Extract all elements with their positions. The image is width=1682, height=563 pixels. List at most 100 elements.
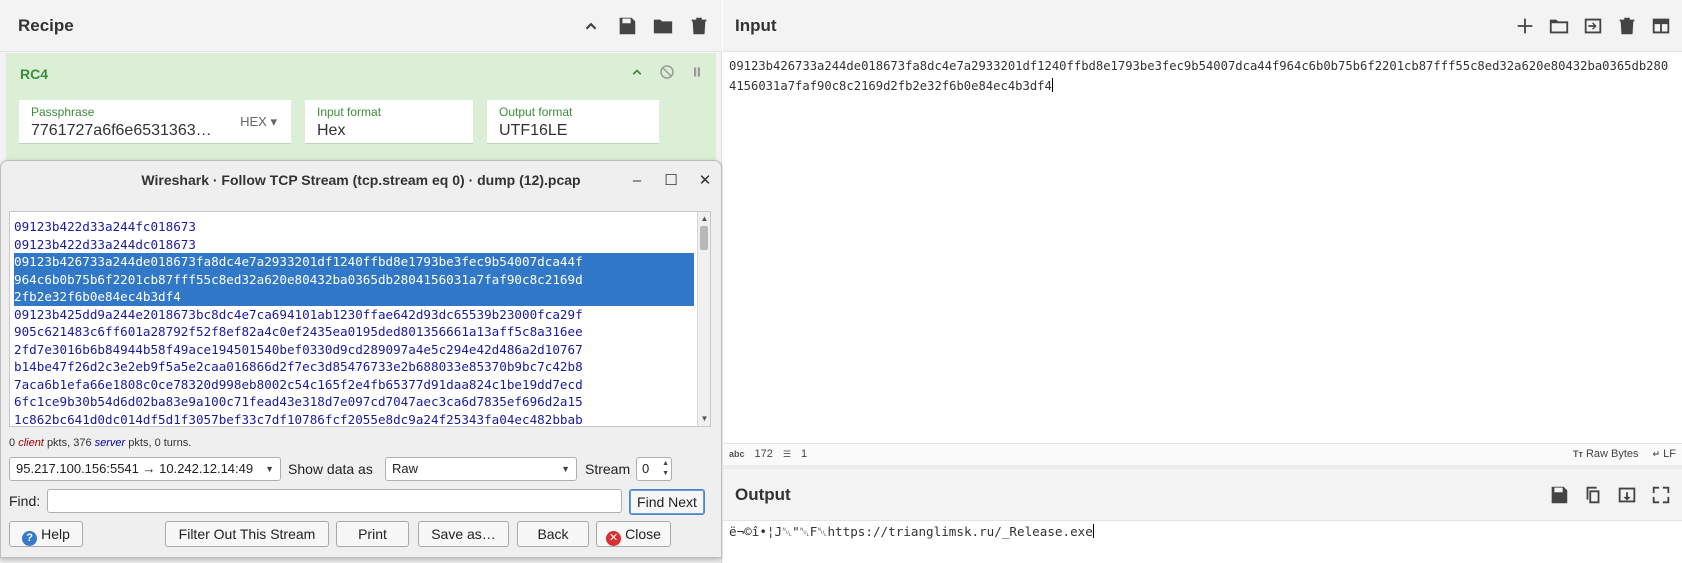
conversation-value: 95.217.100.156:5541 → 10.242.12.14:49 bbox=[16, 461, 254, 476]
show-data-label: Show data as bbox=[288, 461, 373, 477]
status-tail: pkts, 0 turns. bbox=[128, 437, 192, 449]
stream-line: 09123b422d33a244fc018673 bbox=[14, 219, 196, 234]
spin-down-icon[interactable]: ▼ bbox=[662, 469, 669, 479]
input-lines: 1 bbox=[800, 448, 808, 460]
input-title: Input bbox=[735, 15, 777, 35]
stream-line: 6fc1ce9b30b54d6d02ba83e9a100c71fead43e31… bbox=[14, 394, 583, 409]
maximize-icon[interactable] bbox=[1650, 484, 1672, 506]
input-format-value: Hex bbox=[317, 122, 346, 139]
conversation-select[interactable]: 95.217.100.156:5541 → 10.242.12.14:49 ▼ bbox=[9, 457, 281, 481]
layout-icon[interactable] bbox=[1650, 15, 1672, 37]
input-format-field[interactable]: Input format Hex bbox=[305, 100, 473, 144]
stream-number: 0 bbox=[642, 461, 650, 476]
input-textarea[interactable]: 09123b426733a244de018673fa8dc4e7a2933201… bbox=[729, 56, 1674, 96]
stream-line: 09123b426733a244de018673fa8dc4e7a2933201… bbox=[14, 253, 694, 271]
rc4-operation: RC4 Passphrase 7761727a6f6e6531363… HEX … bbox=[6, 53, 716, 167]
open-file-icon[interactable] bbox=[1582, 15, 1604, 37]
show-data-select[interactable]: Raw ▼ bbox=[385, 457, 577, 481]
save-as-button[interactable]: Save as… bbox=[418, 521, 509, 547]
stream-content[interactable]: 09123b422d33a244fc018673 09123b422d33a244… bbox=[9, 211, 711, 427]
spin-up-icon[interactable]: ▲ bbox=[662, 459, 669, 469]
chevron-down-icon: ▼ bbox=[265, 464, 274, 474]
maximize-icon[interactable]: ☐ bbox=[663, 171, 679, 189]
add-tab-icon[interactable] bbox=[1514, 15, 1536, 37]
operation-name: RC4 bbox=[20, 66, 49, 82]
passphrase-type: HEX bbox=[240, 114, 267, 129]
close-circle-icon: ✕ bbox=[606, 531, 622, 546]
help-icon: ? bbox=[22, 531, 38, 546]
output-format-field[interactable]: Output format UTF16LE bbox=[487, 100, 659, 144]
eol-value: LF bbox=[1663, 448, 1676, 460]
trash-icon[interactable] bbox=[688, 15, 710, 37]
recipe-title: Recipe bbox=[18, 15, 74, 35]
cyberchef-app: Recipe RC4 Passphrase 7761727a6f6e653136… bbox=[0, 0, 1682, 563]
stream-line: 7aca6b1efa66e1808c0ce78320d998eb8002c54c… bbox=[14, 376, 583, 392]
input-format-label: Input format bbox=[317, 105, 382, 119]
input-panel: Input 09123b426733a244de018673fa8dc4e7a2… bbox=[723, 0, 1682, 465]
stream-line: 1c862bc641d0dc014df5d1f3057bef33c7df1078… bbox=[14, 411, 583, 427]
dialog-titlebar[interactable]: Wireshark · Follow TCP Stream (tcp.strea… bbox=[1, 161, 721, 199]
output-panel: Output ë¬©î•¦J␀"␀F␀https://trianglimsk.r… bbox=[723, 469, 1682, 563]
encoding-selector[interactable]: Tт Raw Bytes bbox=[1573, 448, 1639, 460]
stream-label: Stream bbox=[585, 461, 631, 477]
open-folder-icon[interactable] bbox=[1548, 15, 1570, 37]
passphrase-value: 7761727a6f6e6531363… bbox=[31, 122, 212, 139]
passphrase-type-select[interactable]: HEX ▾ bbox=[240, 114, 277, 130]
stream-line: 964c6b0b75b6f2201cb87fff55c8ed32a620e804… bbox=[14, 270, 694, 288]
pause-icon[interactable] bbox=[688, 63, 706, 81]
find-label: Find: bbox=[9, 493, 41, 509]
input-header: Input bbox=[723, 0, 1682, 52]
server-word: server bbox=[94, 437, 126, 449]
input-statusbar: abc 172 ☰ 1 Tт Raw Bytes ↵ LF bbox=[723, 443, 1682, 465]
output-title: Output bbox=[735, 484, 791, 504]
passphrase-label: Passphrase bbox=[31, 105, 95, 119]
trash-icon[interactable] bbox=[1616, 15, 1638, 37]
save-icon[interactable] bbox=[1548, 484, 1570, 506]
input-length: 172 bbox=[754, 448, 773, 460]
chevron-down-icon: ▼ bbox=[561, 464, 570, 474]
find-next-button[interactable]: Find Next bbox=[629, 489, 705, 515]
scroll-up-icon[interactable]: ▲ bbox=[698, 213, 710, 225]
stream-line: b14be47f26d2c3e2eb9f5a5e2caa016866d2f7ec… bbox=[14, 359, 583, 374]
stream-number-spinner[interactable]: 0 ▲ ▼ bbox=[636, 457, 672, 481]
dialog-title: Wireshark · Follow TCP Stream (tcp.strea… bbox=[141, 172, 581, 188]
eol-selector[interactable]: ↵ LF bbox=[1653, 448, 1676, 460]
find-input[interactable] bbox=[47, 489, 622, 513]
collapse-icon[interactable] bbox=[628, 63, 646, 81]
stream-line: 09123b425dd9a244e2018673bc8dc4e7ca694101… bbox=[14, 306, 583, 322]
disable-icon[interactable] bbox=[658, 63, 676, 81]
print-button[interactable]: Print bbox=[336, 521, 409, 547]
close-icon[interactable]: ✕ bbox=[697, 171, 713, 189]
client-word: client bbox=[18, 437, 44, 449]
length-icon: abc bbox=[729, 449, 745, 459]
back-button[interactable]: Back bbox=[517, 521, 589, 547]
output-format-label: Output format bbox=[499, 105, 573, 119]
stream-scrollbar[interactable]: ▲ ▼ bbox=[697, 212, 710, 426]
lines-icon: ☰ bbox=[782, 448, 791, 459]
output-value: ë¬©î•¦J␀"␀F␀https://trianglimsk.ru/_Rele… bbox=[729, 524, 1093, 539]
text-caret bbox=[1092, 524, 1094, 538]
server-count: 376 bbox=[73, 437, 92, 449]
minimize-icon[interactable]: – bbox=[629, 172, 645, 189]
text-caret bbox=[1051, 78, 1053, 92]
help-button[interactable]: ? Help bbox=[9, 521, 83, 547]
scroll-down-icon[interactable]: ▼ bbox=[698, 413, 710, 425]
filter-out-stream-button[interactable]: Filter Out This Stream bbox=[165, 521, 329, 547]
close-label: Close bbox=[625, 526, 661, 542]
copy-icon[interactable] bbox=[1582, 484, 1604, 506]
folder-icon[interactable] bbox=[652, 15, 674, 37]
show-data-value: Raw bbox=[392, 461, 419, 476]
stream-line: 905c621483c6ff601a28792f52f8ef82a4c0ef24… bbox=[14, 324, 583, 339]
output-textarea[interactable]: ë¬©î•¦J␀"␀F␀https://trianglimsk.ru/_Rele… bbox=[729, 522, 1674, 542]
close-button[interactable]: ✕ Close bbox=[596, 521, 671, 547]
passphrase-field[interactable]: Passphrase 7761727a6f6e6531363… HEX ▾ bbox=[19, 100, 291, 144]
chevron-up-icon[interactable] bbox=[580, 15, 602, 37]
wireshark-follow-stream-dialog: Wireshark · Follow TCP Stream (tcp.strea… bbox=[0, 160, 722, 558]
help-label: Help bbox=[41, 526, 70, 542]
status-mid: pkts, bbox=[46, 437, 71, 449]
save-icon[interactable] bbox=[616, 15, 638, 37]
recipe-header: Recipe bbox=[0, 0, 722, 52]
replace-input-icon[interactable] bbox=[1616, 484, 1638, 506]
client-count: 0 bbox=[9, 437, 16, 449]
scroll-thumb[interactable] bbox=[700, 226, 708, 250]
